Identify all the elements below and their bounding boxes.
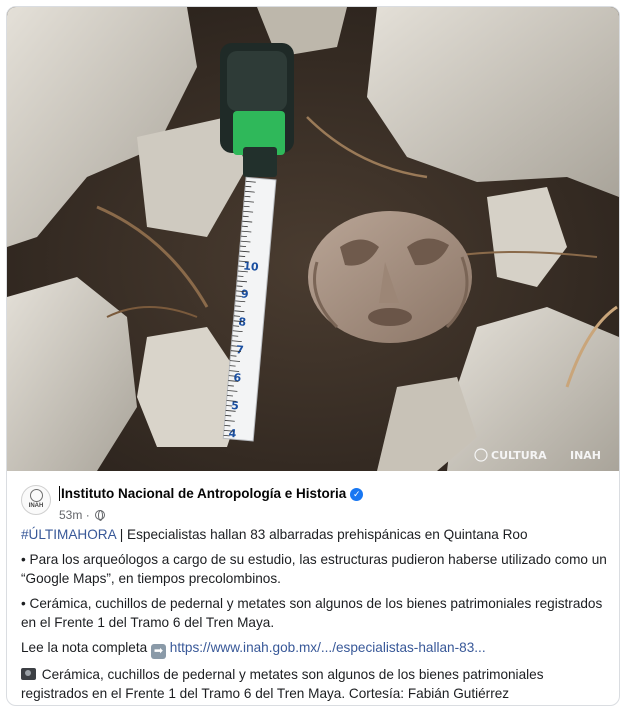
post-photo[interactable]: 10 9 8 7 6 5 4 CULTURA INAH [7, 7, 619, 471]
camera-icon [21, 668, 36, 680]
tape-number: 7 [235, 343, 244, 357]
tape-tick [231, 345, 238, 347]
caption-paragraph: Cerámica, cuchillos de pedernal y metate… [21, 665, 611, 703]
verified-badge-icon: ✓ [350, 488, 364, 501]
tape-tick [227, 385, 234, 387]
meta-separator: · [85, 508, 90, 522]
avatar-label: INAH [28, 503, 44, 509]
globe-icon [95, 510, 106, 521]
headline-text: | Especialistas hallan 83 albarradas pre… [115, 527, 528, 542]
post-header: INAH Instituto Nacional de Antropología … [21, 483, 611, 523]
stone-face-artifact [308, 211, 472, 343]
tape-number: 8 [238, 315, 247, 329]
tape-tick [233, 315, 240, 317]
bullet-paragraph-2: • Cerámica, cuchillos de pedernal y meta… [21, 596, 603, 630]
tape-number: 9 [240, 287, 249, 301]
watermark-cultura: CULTURA [491, 449, 547, 462]
tape-tick [243, 205, 250, 208]
tape-tick [238, 265, 245, 267]
tape-tick [240, 235, 247, 238]
headline-paragraph: #ÚLTIMAHORA | Especialistas hallan 83 al… [21, 525, 611, 544]
photo-illustration: 10987654 CULTURA INAH [7, 7, 619, 471]
seal-icon [30, 489, 43, 502]
tape-tick [235, 295, 242, 297]
tape-tick [241, 225, 248, 228]
tape-tick [244, 195, 251, 198]
tape-tick [236, 285, 243, 287]
page-name[interactable]: Instituto Nacional de Antropología e His… [59, 486, 364, 501]
tape-tick [230, 355, 237, 357]
tape-tick [226, 395, 233, 397]
tape-tick [224, 424, 231, 427]
bullet-paragraph-1: • Para los arqueólogos a cargo de su est… [21, 552, 607, 586]
tape-tick [239, 255, 246, 257]
tape-tick [240, 245, 247, 248]
watermark-inah: INAH [570, 449, 601, 462]
post-timestamp[interactable]: 53m [59, 508, 82, 522]
tape-tick [242, 215, 249, 218]
arrow-right-icon: ➡ [150, 644, 166, 659]
caption-text: Cerámica, cuchillos de pedernal y metate… [21, 667, 544, 701]
read-more-label: Lee la nota completa [21, 640, 151, 655]
post-meta: 53m · [59, 508, 106, 522]
tape-tick [225, 415, 232, 417]
tape-tick [226, 405, 233, 407]
tape-tick [245, 185, 252, 188]
tape-tick [233, 325, 240, 327]
tape-tick [223, 434, 230, 437]
tape-tick [228, 375, 235, 377]
tape-tick [237, 275, 244, 277]
tape-number: 4 [228, 427, 237, 441]
read-more-paragraph: Lee la nota completa ➡ https://www.inah.… [21, 638, 611, 659]
tape-tick [232, 335, 239, 337]
post-card: 10 9 8 7 6 5 4 CULTURA INAH INAH Institu… [6, 6, 620, 706]
hashtag-link[interactable]: #ÚLTIMAHORA [21, 527, 116, 542]
article-link[interactable]: https://www.inah.gob.mx/.../especialista… [170, 640, 486, 655]
tape-tick [229, 365, 236, 367]
tape-number: 6 [233, 371, 242, 385]
post-body: #ÚLTIMAHORA | Especialistas hallan 83 al… [21, 525, 611, 705]
tape-tick [234, 305, 241, 307]
page-name-text[interactable]: Instituto Nacional de Antropología e His… [61, 486, 346, 501]
avatar[interactable]: INAH [21, 485, 51, 515]
